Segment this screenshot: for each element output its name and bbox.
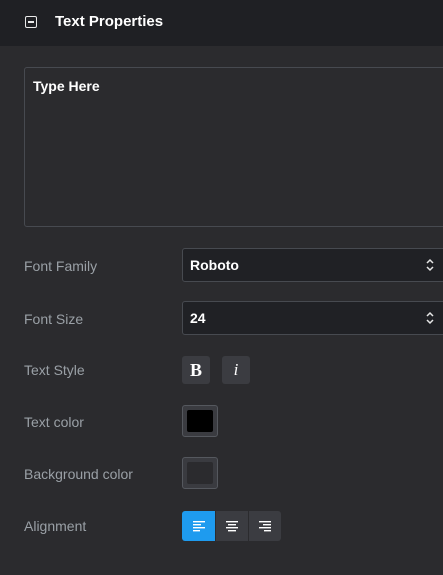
align-left-button[interactable] (182, 511, 215, 541)
font-size-value: 24 (190, 310, 206, 326)
panel-title: Text Properties (55, 13, 164, 30)
font-family-label: Font Family (24, 258, 98, 274)
align-center-icon (226, 521, 238, 532)
text-style-label: Text Style (24, 362, 85, 378)
background-color-label: Background color (24, 466, 133, 482)
collapse-minus-icon[interactable] (25, 16, 37, 28)
align-right-button[interactable] (248, 511, 281, 541)
chevron-updown-icon (426, 258, 434, 272)
text-color-label: Text color (24, 414, 84, 430)
bold-button[interactable]: B (182, 356, 210, 384)
font-family-select[interactable]: Roboto (182, 248, 443, 282)
align-left-icon (192, 521, 205, 532)
font-size-select[interactable]: 24 (182, 301, 443, 335)
align-right-icon (259, 521, 271, 532)
background-color-swatch[interactable] (182, 457, 218, 489)
text-input[interactable]: Type Here (24, 67, 443, 227)
text-color-swatch[interactable] (182, 405, 218, 437)
background-color-preview (187, 462, 213, 484)
text-color-preview (187, 410, 213, 432)
chevron-updown-icon (426, 311, 434, 325)
alignment-label: Alignment (24, 518, 87, 534)
font-family-value: Roboto (190, 257, 239, 273)
font-size-label: Font Size (24, 311, 84, 327)
align-center-button[interactable] (215, 511, 248, 541)
italic-button[interactable]: i (222, 356, 250, 384)
panel-header[interactable]: Text Properties (0, 0, 443, 46)
text-properties-panel: Text Properties Type Here Font Family Ro… (0, 0, 443, 575)
alignment-button-group (182, 511, 281, 541)
